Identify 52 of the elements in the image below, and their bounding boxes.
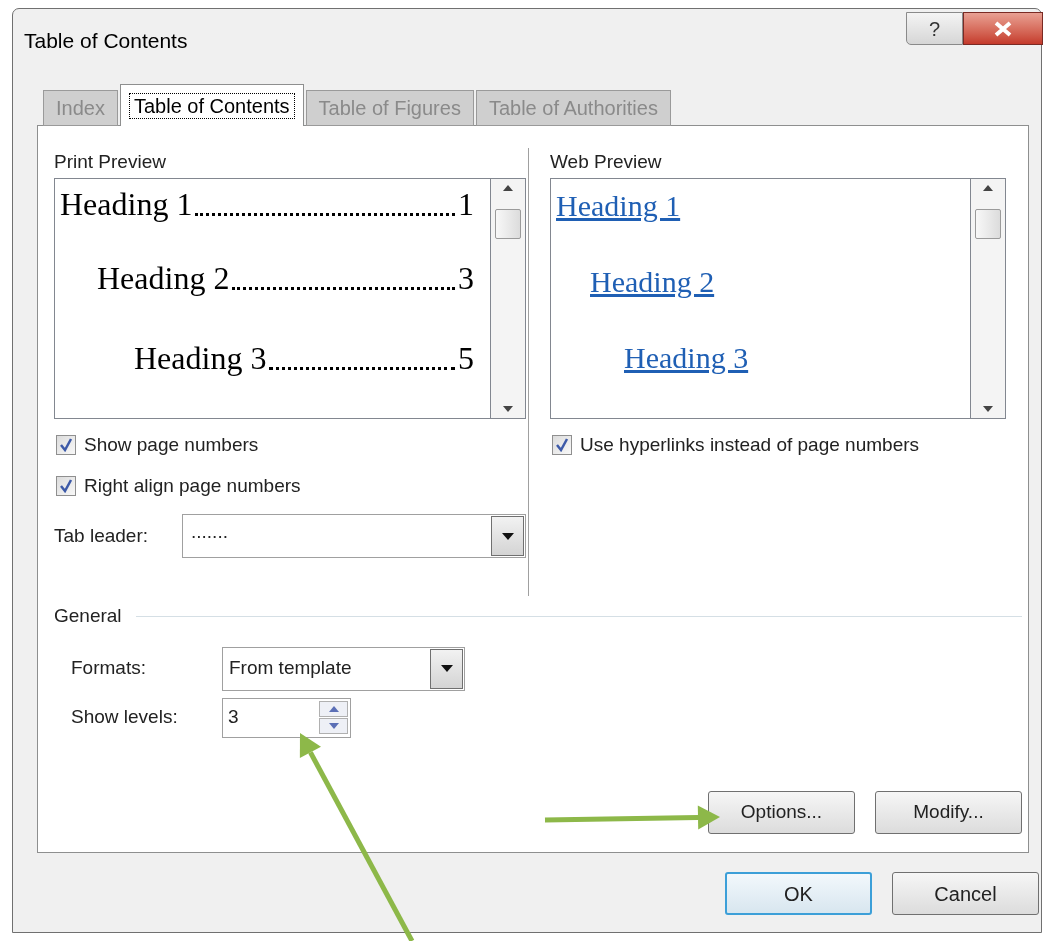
close-icon	[993, 20, 1013, 37]
checkbox-label: Use hyperlinks instead of page numbers	[580, 433, 920, 457]
formats-dropdown[interactable]: From template	[222, 646, 465, 691]
dropdown-value: From template	[229, 656, 352, 681]
page-number: 5	[458, 342, 474, 374]
entry-heading: Heading 1	[60, 188, 193, 220]
dialog-button[interactable]: Cancel	[892, 872, 1039, 915]
help-button[interactable]: ?	[906, 12, 963, 45]
window-title: Table of Contents	[24, 28, 188, 54]
checkbox[interactable]	[56, 435, 76, 456]
close-button[interactable]	[963, 12, 1043, 45]
field-label: Formats:	[71, 656, 147, 681]
heading-link[interactable]: Heading 3	[624, 343, 749, 373]
spin-down-button[interactable]	[319, 718, 348, 734]
down-arrow-icon	[328, 723, 339, 729]
entry-heading: Heading 3	[134, 342, 267, 374]
heading-link[interactable]: Heading 2	[590, 267, 715, 297]
spin-up-button[interactable]	[319, 701, 348, 717]
dialog-button[interactable]: OK	[725, 872, 872, 915]
field-label: Tab leader:	[54, 523, 149, 548]
caret-icon	[501, 532, 514, 540]
spin-value: 3	[228, 705, 239, 730]
scrollbar[interactable]	[971, 178, 1006, 419]
scroll-thumb[interactable]	[495, 208, 521, 239]
dialog-button[interactable]: Modify...	[875, 791, 1022, 834]
page-number: 3	[458, 262, 474, 294]
levels-spin-box[interactable]: 3	[222, 697, 351, 738]
page-number: 1	[458, 188, 474, 220]
up-arrow-icon	[328, 706, 339, 712]
scroll-up-icon[interactable]	[983, 185, 993, 191]
dropdown-value: .......	[191, 519, 228, 544]
dialog-button[interactable]: Options...	[708, 791, 855, 834]
scroll-down-icon[interactable]	[983, 406, 993, 412]
section-label: Print Preview	[54, 150, 167, 174]
dropdown-arrow-button[interactable]	[491, 516, 524, 556]
section-label: Web Preview	[550, 150, 663, 174]
checkbox[interactable]	[552, 435, 572, 456]
scroll-thumb[interactable]	[975, 208, 1001, 239]
caret-icon	[440, 665, 453, 672]
scroll-down-icon[interactable]	[503, 406, 513, 412]
tab[interactable]: Table of Contents	[119, 84, 304, 126]
checkbox-label: Right align page numbers	[84, 473, 301, 498]
dropdown-arrow-button[interactable]	[430, 648, 463, 689]
tab-leader-dropdown[interactable]: .......	[182, 514, 526, 558]
scrollbar[interactable]	[491, 178, 526, 419]
checkbox-label: Show page numbers	[84, 433, 259, 457]
field-label: Show levels:	[71, 705, 179, 730]
entry-heading: Heading 2	[97, 262, 230, 294]
heading-link[interactable]: Heading 1	[556, 191, 681, 221]
scroll-up-icon[interactable]	[503, 185, 513, 191]
group-label: General	[54, 604, 122, 628]
checkbox[interactable]	[56, 475, 76, 496]
